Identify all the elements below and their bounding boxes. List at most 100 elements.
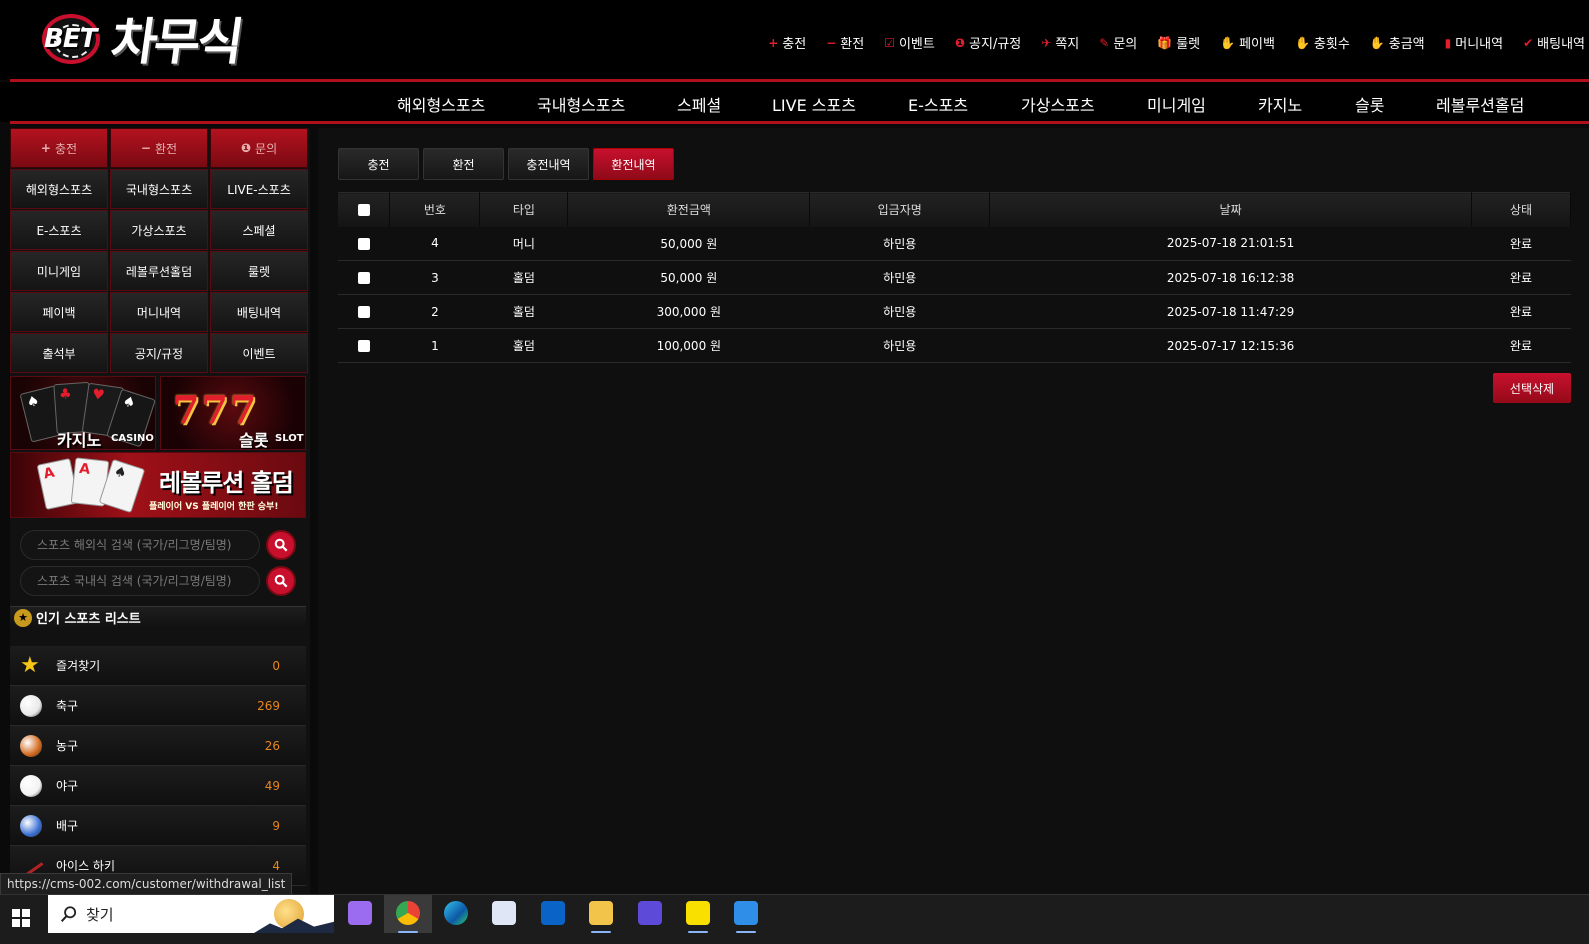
top-nav-item[interactable]: ✋ 충금액 — [1369, 33, 1425, 53]
row-checkbox[interactable] — [357, 306, 370, 318]
table-row: 3 홀덤 50,000 원 하민용 2025-07-18 16:12:38 완료 — [338, 260, 1571, 295]
row-checkbox[interactable] — [357, 272, 370, 284]
link-status-url: https://cms-002.com/customer/withdrawal_… — [0, 873, 293, 895]
sidebar-menu-item[interactable]: 레볼루션홀덤 — [110, 251, 208, 291]
overseas-search-input[interactable] — [21, 531, 259, 559]
sidebar-menu-item[interactable]: E-스포츠 — [10, 210, 108, 250]
top-nav: + 충전 − 환전 ☑ 이벤트 ❶ 공지/규정 ✈ 쪽지 ✎ 문의 🎁 룰렛 ✋ 페이백 ✋ 충횟수 ✋ 충금액 ▮ 머니… — [748, 33, 1585, 53]
search-icon — [274, 574, 288, 588]
tab-deposit-history[interactable]: 충전내역 — [508, 148, 589, 180]
top-nav-label: 충횟수 — [1313, 37, 1350, 52]
main-nav-item[interactable]: 레볼루션홀덤 — [1436, 92, 1524, 116]
overseas-sports-search[interactable] — [20, 530, 260, 560]
sidebar-menu-item[interactable]: 이벤트 — [210, 333, 308, 373]
top-nav-item[interactable]: ✔ 배팅내역 — [1523, 33, 1585, 53]
domestic-sports-search[interactable] — [20, 566, 260, 596]
file-explorer-icon[interactable] — [589, 901, 613, 925]
casino-banner[interactable]: ♠ ♣ ♥ ♠ 카지노 CASINO — [10, 376, 156, 450]
quick-withdraw-button[interactable]: − 환전 — [110, 128, 208, 168]
sidebar-menu-item[interactable]: 배팅내역 — [210, 292, 308, 332]
tab-deposit[interactable]: 충전 — [338, 148, 419, 180]
domestic-search-button[interactable] — [266, 566, 296, 596]
kakaotalk-icon[interactable] — [686, 901, 710, 925]
chrome-icon[interactable] — [396, 901, 420, 925]
select-all-checkbox[interactable] — [357, 204, 370, 217]
column-header: 날짜 — [989, 192, 1472, 227]
delete-selected-button[interactable]: 선택삭제 — [1493, 373, 1571, 403]
logo-bet-text: BET — [44, 24, 97, 54]
basketball-icon — [20, 734, 42, 757]
main-nav-item[interactable]: LIVE 스포츠 — [772, 92, 856, 116]
popular-sports-header: ★ 인기 스포츠 리스트 — [10, 606, 306, 628]
top-nav-item[interactable]: + 충전 — [768, 33, 806, 53]
table-row: 1 홀덤 100,000 원 하민용 2025-07-17 12:15:36 완료 — [338, 328, 1571, 363]
top-nav-item[interactable]: ☑ 이벤트 — [884, 33, 935, 53]
sidebar-menu-item[interactable]: 페이백 — [10, 292, 108, 332]
photos-icon[interactable] — [734, 901, 758, 925]
cell-date: 2025-07-17 12:15:36 — [989, 328, 1472, 363]
top-nav-item[interactable]: ▮ 머니내역 — [1445, 33, 1503, 53]
sidebar-menu-item[interactable]: LIVE-스포츠 — [210, 169, 308, 209]
outlook-icon[interactable] — [541, 901, 565, 925]
taskbar-search[interactable]: 찾기 — [48, 895, 334, 933]
top-nav-item[interactable]: ❶ 공지/규정 — [955, 33, 1021, 53]
slot-banner[interactable]: 777 슬롯 SLOT — [160, 376, 306, 450]
top-nav-item[interactable]: ✈ 쪽지 — [1041, 33, 1079, 53]
overseas-search-button[interactable] — [266, 530, 296, 560]
sevens-graphic: 777 — [173, 387, 259, 432]
main-content: 충전 환전 충전내역 환전내역 번호 타입 환전금액 입금자명 날짜 상태 4 머니 50,000 … — [318, 128, 1589, 894]
sidebar-menu-item[interactable]: 가상스포츠 — [110, 210, 208, 250]
sport-count: 9 — [272, 818, 280, 833]
main-nav-item[interactable]: 국내형스포츠 — [537, 92, 625, 116]
main-nav-item[interactable]: 해외형스포츠 — [397, 92, 485, 116]
sidebar-menu-item[interactable]: 공지/규정 — [110, 333, 208, 373]
main-nav-item[interactable]: 미니게임 — [1147, 92, 1206, 116]
main-nav-item[interactable]: E-스포츠 — [908, 92, 968, 116]
search-icon — [60, 906, 77, 922]
holdem-banner-title: 레볼루션 홀덤 — [159, 469, 294, 497]
row-checkbox[interactable] — [357, 237, 370, 250]
sidebar-menu-item[interactable]: 국내형스포츠 — [110, 169, 208, 209]
top-nav-item[interactable]: − 환전 — [826, 33, 864, 53]
sidebar-menu-item[interactable]: 머니내역 — [110, 292, 208, 332]
sidebar: + 충전 − 환전 ❶ 문의해외형스포츠 국내형스포츠 LIVE-스포츠 E-스포츠 가상스포츠 스… — [10, 128, 310, 894]
cell-no: 1 — [389, 328, 480, 363]
top-nav-item[interactable]: 🎁 룰렛 — [1157, 33, 1200, 53]
tab-withdraw-history[interactable]: 환전내역 — [593, 148, 674, 180]
cell-name: 하민용 — [809, 260, 990, 295]
domestic-search-input[interactable] — [21, 567, 259, 595]
sport-row[interactable]: 농구 26 — [10, 726, 306, 766]
column-header: 환전금액 — [567, 192, 811, 227]
quick-deposit-button[interactable]: + 충전 — [10, 128, 108, 168]
sidebar-menu-item[interactable]: 스페셜 — [210, 210, 308, 250]
main-nav-item[interactable]: 카지노 — [1258, 92, 1302, 116]
sidebar-menu-item[interactable]: 출석부 — [10, 333, 108, 373]
opgg-icon[interactable] — [638, 901, 662, 925]
sidebar-menu-item[interactable]: 미니게임 — [10, 251, 108, 291]
main-nav-item[interactable]: 슬롯 — [1355, 92, 1384, 116]
main-nav-item[interactable]: 가상스포츠 — [1021, 92, 1095, 116]
app-icon[interactable] — [492, 901, 516, 925]
windows-start-icon[interactable] — [12, 909, 30, 927]
sidebar-menu-item[interactable]: 해외형스포츠 — [10, 169, 108, 209]
top-nav-item[interactable]: ✋ 충횟수 — [1295, 33, 1350, 53]
top-nav-label: 페이백 — [1239, 37, 1275, 52]
running-indicator — [398, 931, 418, 933]
top-nav-item[interactable]: ✎ 문의 — [1099, 33, 1137, 53]
sport-row[interactable]: 야구 49 — [10, 766, 306, 806]
copilot-icon[interactable] — [348, 901, 372, 925]
sport-row[interactable]: ★ 즐겨찾기 0 — [10, 646, 306, 686]
hand-coin-icon: ✋ — [1369, 35, 1385, 50]
quick-inquiry-button[interactable]: ❶ 문의 — [210, 128, 308, 168]
sport-name: 아이스 하키 — [56, 859, 116, 873]
tab-withdraw[interactable]: 환전 — [423, 148, 504, 180]
sport-row[interactable]: 배구 9 — [10, 806, 306, 846]
site-logo[interactable]: BET 차무식 — [40, 6, 290, 71]
top-nav-item[interactable]: ✋ 페이백 — [1220, 33, 1275, 53]
row-checkbox[interactable] — [357, 340, 370, 352]
sidebar-menu-item[interactable]: 룰렛 — [210, 251, 308, 291]
sport-row[interactable]: 축구 269 — [10, 686, 306, 726]
holdem-banner[interactable]: A A ♠ 레볼루션 홀덤 플레이어 VS 플레이어 한판 승부! — [10, 452, 306, 518]
edge-icon[interactable] — [444, 901, 468, 925]
main-nav-item[interactable]: 스페셜 — [677, 92, 721, 116]
